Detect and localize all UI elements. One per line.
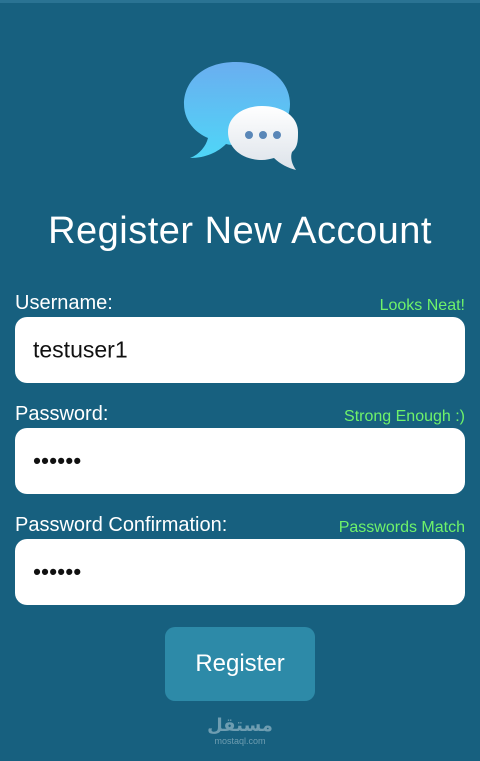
password-input[interactable]: ••••••: [15, 428, 465, 494]
username-value: testuser1: [33, 336, 128, 363]
password-confirmation-label: Password Confirmation:: [15, 514, 228, 536]
password-value: ••••••: [33, 447, 82, 474]
page-title: Register New Account: [48, 210, 432, 252]
password-confirmation-input[interactable]: ••••••: [15, 539, 465, 605]
password-hint: Strong Enough :): [344, 408, 465, 425]
register-button[interactable]: Register: [165, 627, 315, 701]
username-hint: Looks Neat!: [379, 297, 465, 314]
watermark: مستقل mostaql.com: [0, 715, 480, 747]
chat-bubbles-icon: [184, 62, 298, 170]
username-label: Username:: [15, 292, 113, 314]
password-label: Password:: [15, 403, 109, 425]
password-confirmation-hint: Passwords Match: [338, 519, 465, 536]
password-confirmation-value: ••••••: [33, 558, 82, 585]
top-edge: [0, 0, 480, 3]
username-input[interactable]: testuser1: [15, 317, 465, 383]
watermark-text: مستقل: [207, 715, 273, 736]
watermark-url: mostaql.com: [214, 736, 266, 746]
